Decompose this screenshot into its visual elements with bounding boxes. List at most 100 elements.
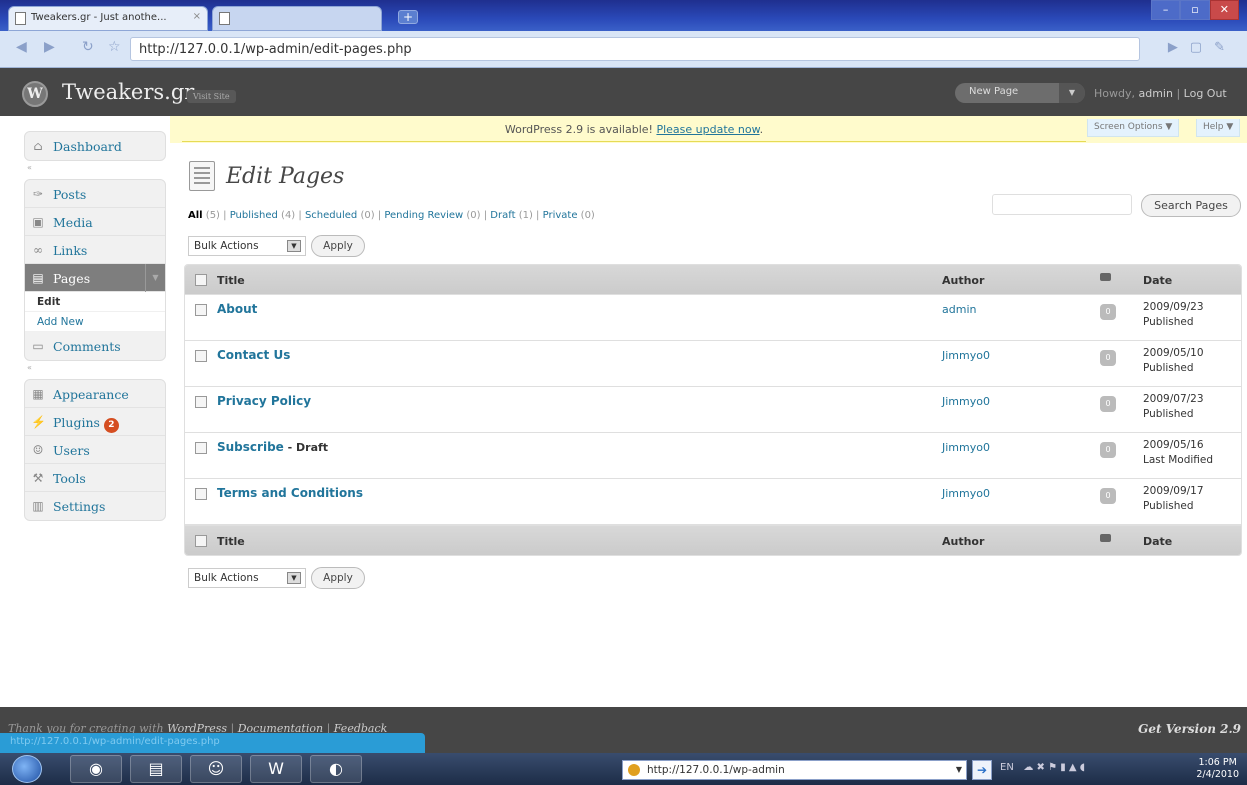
filter-pending-review[interactable]: Pending Review: [384, 210, 463, 221]
language-indicator[interactable]: EN: [1000, 762, 1014, 773]
filter-private[interactable]: Private: [543, 210, 578, 221]
row-checkbox[interactable]: [195, 488, 207, 500]
comment-count-bubble[interactable]: 0: [1100, 350, 1116, 366]
page-title-link[interactable]: Subscribe: [217, 440, 284, 454]
page-title-link[interactable]: About: [217, 302, 257, 316]
filter-published[interactable]: Published: [230, 210, 278, 221]
column-date[interactable]: Date: [1143, 274, 1172, 287]
filter-draft[interactable]: Draft: [490, 210, 515, 221]
new-tab-button[interactable]: +: [398, 10, 418, 24]
search-input[interactable]: [992, 194, 1132, 215]
menu-item-pages[interactable]: ▤ Pages ▼: [25, 264, 165, 292]
bulk-actions-select-top[interactable]: Bulk Actions ▼: [188, 236, 306, 256]
page-title-link[interactable]: Privacy Policy: [217, 394, 311, 408]
browser-tab-active[interactable]: Tweakers.gr - Just anothe... ×: [8, 6, 208, 31]
windows-taskbar: ◉ ▤ ☺ W ◐ http://127.0.0.1/wp-admin ▼ ➔ …: [0, 753, 1247, 785]
bookmark-star-icon[interactable]: ☆: [108, 39, 121, 55]
pages-icon: ▤: [32, 271, 44, 285]
submenu-toggle-icon[interactable]: ▼: [145, 264, 165, 292]
start-button[interactable]: [12, 755, 42, 783]
page-icon: [219, 12, 230, 25]
search-pages-button[interactable]: Search Pages: [1141, 194, 1241, 217]
explorer-taskbar-icon[interactable]: ▤: [130, 755, 182, 783]
comment-count-bubble[interactable]: 0: [1100, 488, 1116, 504]
select-all-checkbox[interactable]: [195, 535, 207, 547]
wordpress-logo-icon: W: [22, 81, 48, 107]
go-arrow-icon[interactable]: ➔: [972, 760, 992, 780]
menu-item-plugins[interactable]: ⚡ Plugins 2: [25, 408, 165, 436]
author-link[interactable]: Jimmyo0: [942, 395, 990, 408]
page-title-link[interactable]: Terms and Conditions: [217, 486, 363, 500]
system-clock[interactable]: 1:06 PM 2/4/2010: [1196, 757, 1239, 781]
maximize-button[interactable]: ▫: [1180, 0, 1210, 20]
visit-site-button[interactable]: Visit Site: [187, 90, 236, 103]
update-now-link[interactable]: Please update now: [656, 123, 759, 136]
menu-item-comments[interactable]: ▭ Comments: [25, 332, 165, 360]
column-title[interactable]: Title: [217, 274, 245, 287]
forward-icon[interactable]: ▶: [44, 39, 55, 55]
close-tab-icon[interactable]: ×: [193, 11, 201, 22]
collapse-icon[interactable]: «: [27, 163, 32, 172]
comment-count-bubble[interactable]: 0: [1100, 442, 1116, 458]
link-icon: ∞: [33, 243, 43, 257]
bulk-actions-select-bottom[interactable]: Bulk Actions ▼: [188, 568, 306, 588]
menu-item-appearance[interactable]: ▦ Appearance: [25, 380, 165, 408]
minimize-button[interactable]: –: [1151, 0, 1181, 20]
comment-count-bubble[interactable]: 0: [1100, 396, 1116, 412]
row-checkbox[interactable]: [195, 350, 207, 362]
author-link[interactable]: Jimmyo0: [942, 487, 990, 500]
browser-menu-icons[interactable]: ▶▢✎: [1168, 40, 1237, 55]
browser-tab-blank[interactable]: [212, 6, 382, 31]
taskbar-address-bar[interactable]: http://127.0.0.1/wp-admin ▼: [622, 760, 967, 780]
menu-item-users[interactable]: ☺ Users: [25, 436, 165, 464]
column-title[interactable]: Title: [217, 535, 245, 548]
menu-item-links[interactable]: ∞ Links: [25, 236, 165, 264]
menu-item-dashboard[interactable]: ⌂ Dashboard: [25, 132, 165, 160]
menu-item-settings[interactable]: ▥ Settings: [25, 492, 165, 520]
address-bar[interactable]: http://127.0.0.1/wp-admin/edit-pages.php: [130, 37, 1140, 61]
submenu-item-edit[interactable]: Edit: [25, 292, 165, 312]
row-checkbox[interactable]: [195, 442, 207, 454]
menu-item-media[interactable]: ▣ Media: [25, 208, 165, 236]
reload-icon[interactable]: ↻: [82, 39, 94, 55]
media-player-taskbar-icon[interactable]: ◐: [310, 755, 362, 783]
author-link[interactable]: Jimmyo0: [942, 349, 990, 362]
select-all-checkbox[interactable]: [195, 274, 207, 286]
tray-icons[interactable]: ☁ ✖ ⚑ ▮ ▲ ◖: [1023, 762, 1085, 773]
close-window-button[interactable]: ✕: [1209, 0, 1239, 20]
menu-item-posts[interactable]: ✑ Posts: [25, 180, 165, 208]
get-version-link[interactable]: Get Version 2.9: [1138, 722, 1241, 736]
help-button[interactable]: Help ▼: [1196, 119, 1241, 137]
back-icon[interactable]: ◀: [16, 39, 27, 55]
system-tray: EN ☁ ✖ ⚑ ▮ ▲ ◖: [1000, 762, 1085, 773]
row-checkbox[interactable]: [195, 304, 207, 316]
page-title-link[interactable]: Contact Us: [217, 348, 290, 362]
plug-icon: ⚡: [31, 415, 46, 429]
comment-count-bubble[interactable]: 0: [1100, 304, 1116, 320]
people-taskbar-icon[interactable]: ☺: [190, 755, 242, 783]
author-link[interactable]: Jimmyo0: [942, 441, 990, 454]
chrome-taskbar-icon[interactable]: ◉: [70, 755, 122, 783]
submenu-item-add-new[interactable]: Add New: [25, 312, 165, 332]
clock-date: 2/4/2010: [1196, 769, 1239, 780]
word-taskbar-icon[interactable]: W: [250, 755, 302, 783]
menu-item-label: Media: [53, 215, 93, 230]
author-link[interactable]: admin: [942, 303, 976, 316]
site-title[interactable]: Tweakers.gr: [62, 80, 194, 104]
filter-scheduled[interactable]: Scheduled: [305, 210, 357, 221]
logout-link[interactable]: Log Out: [1184, 87, 1227, 100]
menu-separator: «: [24, 161, 166, 179]
apply-button-bottom[interactable]: Apply: [311, 567, 365, 589]
row-checkbox[interactable]: [195, 396, 207, 408]
user-profile-link[interactable]: admin: [1138, 87, 1172, 100]
filter-all[interactable]: All: [188, 210, 203, 221]
screen-options-button[interactable]: Screen Options ▼: [1087, 119, 1180, 137]
menu-item-tools[interactable]: ⚒ Tools: [25, 464, 165, 492]
collapse-icon[interactable]: «: [27, 363, 32, 372]
column-date[interactable]: Date: [1143, 535, 1172, 548]
favorite-actions[interactable]: New Page ▼: [955, 83, 1085, 103]
chevron-down-icon[interactable]: ▼: [956, 761, 962, 779]
apply-button-top[interactable]: Apply: [311, 235, 365, 257]
chevron-down-icon[interactable]: ▼: [1059, 83, 1085, 103]
new-page-button[interactable]: New Page: [969, 86, 1018, 97]
